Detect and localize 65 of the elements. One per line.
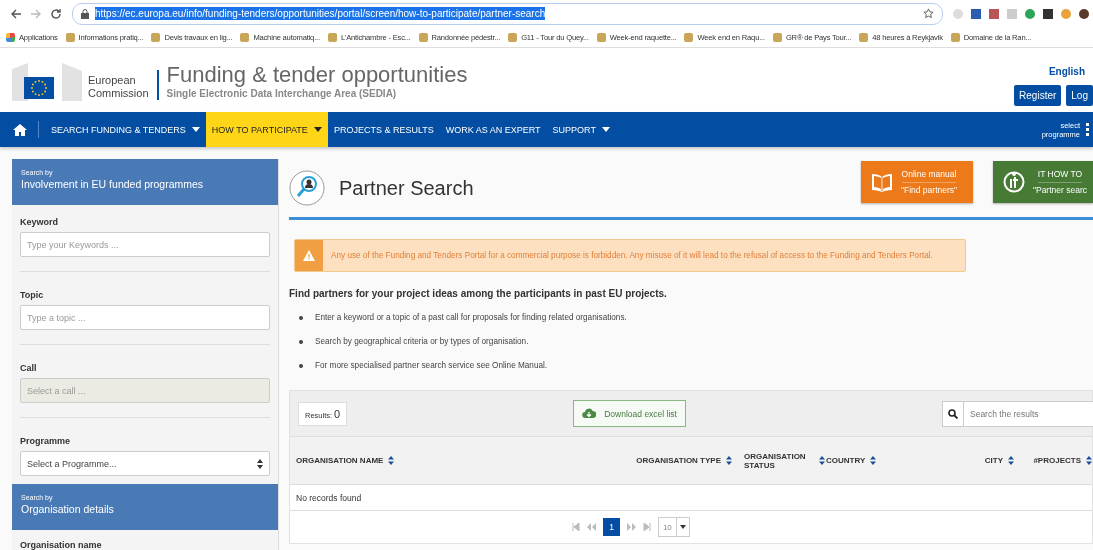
page-size-dropdown[interactable]: 10 — [657, 517, 690, 537]
it-logo-icon — [1002, 171, 1025, 193]
input-field[interactable]: Type your Keywords ... — [20, 232, 270, 257]
sort-icon[interactable] — [870, 456, 877, 465]
caret-icon[interactable] — [191, 127, 200, 132]
site-subtitle: Single Electronic Data Interchange Area (SEDIA) — [166, 87, 398, 99]
bullet-icon — [299, 339, 303, 344]
results-count: 0 — [334, 407, 341, 420]
sort-icon[interactable] — [1086, 456, 1092, 465]
bullet-icon — [299, 315, 303, 320]
page-title: Partner Search — [339, 176, 474, 200]
field-label: Programme — [20, 436, 72, 446]
address-bar[interactable]: https://ec.europa.eu/info/funding-tenders/opportunities/portal/screen/how-to-participate/partner-search — [72, 2, 943, 25]
warning-text: Any use of the Funding and Tenders Portal for a commercial purpose is forbidden. Any misuse of it will lead to the refusal of access to the Funding and Tenders Portal. — [330, 250, 934, 262]
help-card-button[interactable]: IT HOW TO "Partner searc — [992, 161, 1093, 203]
nav-menu-item[interactable]: SEARCH FUNDING & TENDERS — [45, 112, 206, 147]
up-down-arrows-icon — [257, 458, 263, 469]
caret-icon[interactable] — [601, 127, 610, 132]
sort-icon[interactable] — [819, 456, 825, 465]
input-field[interactable]: Type a topic ... — [20, 305, 270, 330]
caret-icon[interactable] — [679, 525, 686, 529]
book-icon — [870, 172, 893, 192]
nav-menu-item[interactable]: HOW TO PARTICIPATE — [205, 112, 328, 147]
nav-menu-item[interactable]: PROJECTS & RESULTS — [327, 112, 440, 147]
warning-icon — [295, 240, 323, 271]
field-label: Organisation name — [20, 540, 103, 550]
nav-menu-item[interactable]: WORK AS AN EXPERT — [439, 112, 547, 147]
section-title: Organisation details — [21, 503, 115, 515]
field-label: Call — [20, 363, 38, 373]
empty-table-message: No records found — [296, 492, 362, 503]
column-header[interactable]: CITY — [984, 456, 1003, 465]
lock-icon — [81, 8, 89, 19]
person-magnifier-icon — [289, 170, 325, 206]
language-link[interactable]: English — [1048, 66, 1093, 77]
sort-icon[interactable] — [726, 456, 732, 465]
column-header[interactable]: ORGANISATION TYPE — [636, 456, 721, 465]
results-search-field[interactable]: Search the results — [964, 400, 1093, 427]
column-header[interactable]: COUNTRY — [826, 456, 866, 465]
header-button[interactable]: Log — [1066, 85, 1093, 106]
column-header[interactable]: ORGANISATION STATUS — [744, 451, 814, 470]
download-button[interactable]: Download excel list — [573, 400, 686, 427]
field-label: Keyword — [20, 217, 59, 227]
column-header[interactable]: #PROJECTS — [1033, 456, 1081, 465]
bullet-text: For more specialised partner search service see Online Manual. — [315, 361, 548, 370]
url-text: https://ec.europa.eu/info/funding-tenders/opportunities/portal/screen/how-to-participate/partner-search — [95, 7, 546, 20]
nav-menu-item[interactable]: SUPPORT — [546, 112, 616, 147]
page-number-button[interactable]: 1 — [603, 518, 620, 536]
cloud-download-icon — [582, 408, 597, 419]
caret-icon[interactable] — [313, 127, 322, 132]
commission-name: European Commission — [88, 74, 149, 100]
site-title: Funding & tender opportunities — [166, 61, 468, 88]
bullet-text: Search by geographical criteria or by types of organisation. — [315, 337, 529, 346]
intro-text: Find partners for your project ideas among the participants in past EU projects. — [289, 288, 668, 299]
bullet-icon — [299, 363, 303, 368]
section-title: Involvement in EU funded programmes — [21, 178, 205, 190]
header-button[interactable]: Register — [1014, 85, 1062, 106]
column-header[interactable]: ORGANISATION NAME — [296, 456, 384, 465]
search-icon — [948, 408, 958, 419]
programme-dropdown[interactable]: Select a Programme... — [20, 451, 270, 476]
sort-icon[interactable] — [1008, 456, 1014, 465]
field-label: Topic — [20, 290, 45, 300]
sort-icon[interactable] — [388, 456, 395, 465]
bullet-text: Enter a keyword or a topic of a past call for proposals for finding related organisations. — [315, 313, 627, 322]
star-icon[interactable] — [923, 8, 934, 19]
search-button[interactable] — [942, 400, 964, 427]
